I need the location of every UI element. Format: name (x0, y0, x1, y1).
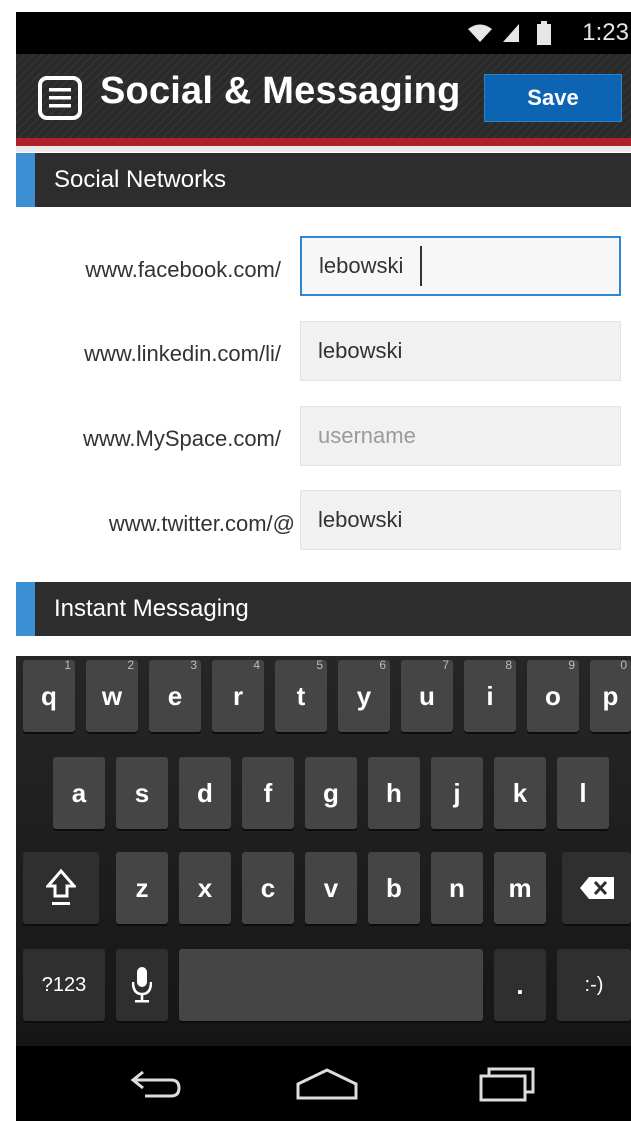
shift-key[interactable] (23, 852, 99, 924)
key-u[interactable]: 7u (401, 658, 453, 732)
key-e[interactable]: 3e (149, 658, 201, 732)
key-m[interactable]: m (494, 852, 546, 924)
section-header-im: Instant Messaging (16, 582, 631, 636)
facebook-field[interactable] (300, 236, 621, 296)
key-z[interactable]: z (116, 852, 168, 924)
app-header: Social & Messaging Save (16, 54, 631, 138)
soft-keyboard: 1q 2w 3e 4r 5t 6y 7u 8i 9o 0p a s d f g … (16, 656, 631, 1046)
status-icons (467, 21, 551, 45)
period-key[interactable]: . (494, 949, 546, 1021)
battery-icon (537, 21, 551, 45)
home-icon[interactable] (292, 1064, 362, 1104)
key-label: t (296, 680, 306, 711)
section-title: Social Networks (54, 166, 227, 193)
key-hint: 9 (568, 658, 575, 672)
key-n[interactable]: n (431, 852, 483, 924)
save-button[interactable]: Save (484, 74, 622, 122)
emoticon-key[interactable]: :-) (557, 949, 631, 1021)
key-label: o (545, 680, 561, 711)
form-content (16, 152, 631, 656)
signal-icon (503, 24, 519, 42)
header-accent-bar (16, 138, 631, 146)
key-h[interactable]: h (368, 757, 420, 829)
back-icon[interactable] (121, 1064, 191, 1104)
key-v[interactable]: v (305, 852, 357, 924)
linkedin-field[interactable] (300, 321, 621, 381)
key-f[interactable]: f (242, 757, 294, 829)
symbols-key[interactable]: ?123 (23, 949, 105, 1021)
shift-icon (46, 868, 76, 905)
key-w[interactable]: 2w (86, 658, 138, 732)
key-hint: 3 (190, 658, 197, 672)
key-hint: 6 (379, 658, 386, 672)
key-b[interactable]: b (368, 852, 420, 924)
voice-key[interactable] (116, 949, 168, 1021)
status-bar: 1:23 (16, 12, 631, 54)
key-a[interactable]: a (53, 757, 105, 829)
twitter-label: www.twitter.com/@ (108, 511, 295, 536)
key-y[interactable]: 6y (338, 658, 390, 732)
key-hint: 8 (505, 658, 512, 672)
myspace-label: www.MySpace.com/ (82, 426, 281, 451)
key-hint: 0 (620, 658, 627, 672)
key-label: p (602, 680, 619, 711)
key-hint: 7 (442, 658, 449, 672)
key-o[interactable]: 9o (527, 658, 579, 732)
page-title: Social & Messaging (100, 70, 461, 112)
key-i[interactable]: 8i (464, 658, 516, 732)
key-label: q (41, 680, 57, 711)
key-r[interactable]: 4r (212, 658, 264, 732)
key-x[interactable]: x (179, 852, 231, 924)
backspace-icon (579, 877, 614, 899)
key-hint: 1 (64, 658, 71, 672)
section-accent (16, 153, 35, 207)
key-j[interactable]: j (431, 757, 483, 829)
section-header-social: Social Networks (16, 153, 631, 207)
microphone-icon (132, 967, 152, 1003)
key-hint: 2 (127, 658, 134, 672)
text-cursor (420, 246, 422, 286)
myspace-field[interactable] (300, 406, 621, 466)
backspace-key[interactable] (562, 852, 631, 924)
device-screen: 1:23 Social & Messaging Save Social Netw… (16, 12, 631, 1121)
key-hint: 4 (253, 658, 260, 672)
key-k[interactable]: k (494, 757, 546, 829)
twitter-field[interactable] (300, 490, 621, 550)
facebook-label: www.facebook.com/ (85, 257, 281, 282)
key-l[interactable]: l (557, 757, 609, 829)
key-label: e (167, 680, 183, 711)
menu-icon[interactable] (38, 76, 82, 120)
key-label: u (419, 680, 435, 711)
key-hint: 5 (316, 658, 323, 672)
key-g[interactable]: g (305, 757, 357, 829)
key-label: y (356, 680, 372, 711)
key-label: i (486, 680, 494, 711)
section-accent (16, 582, 35, 636)
space-key[interactable] (179, 949, 483, 1021)
linkedin-label: www.linkedin.com/li/ (84, 341, 281, 366)
key-d[interactable]: d (179, 757, 231, 829)
key-p[interactable]: 0p (590, 658, 631, 732)
recent-apps-icon[interactable] (471, 1064, 541, 1104)
section-title: Instant Messaging (54, 595, 249, 622)
status-time: 1:23 (582, 19, 629, 46)
key-c[interactable]: c (242, 852, 294, 924)
key-label: r (232, 680, 244, 711)
key-s[interactable]: s (116, 757, 168, 829)
key-t[interactable]: 5t (275, 658, 327, 732)
key-label: w (101, 680, 123, 711)
key-q[interactable]: 1q (23, 658, 75, 732)
system-nav-bar (16, 1046, 631, 1121)
wifi-icon (468, 24, 492, 42)
